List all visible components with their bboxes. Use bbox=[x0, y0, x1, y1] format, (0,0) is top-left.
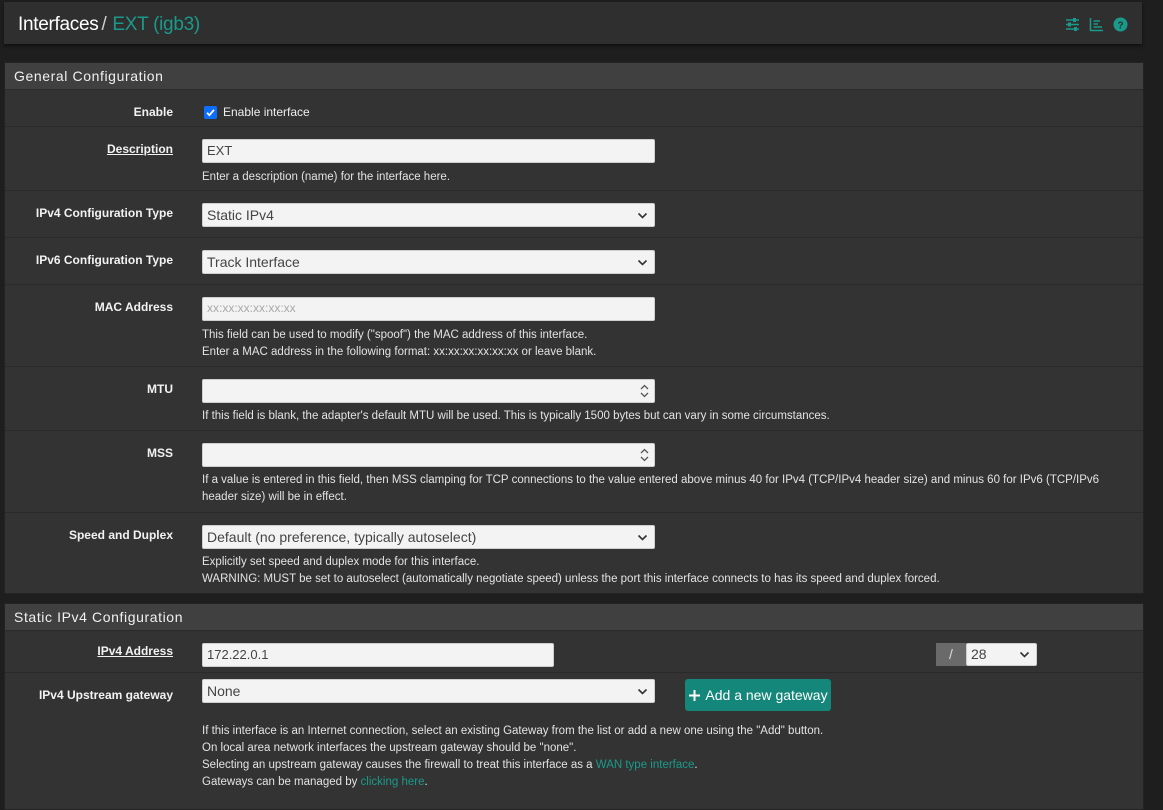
panel-title: General Configuration bbox=[5, 63, 1143, 90]
clicking-here-link[interactable]: clicking here bbox=[361, 776, 425, 788]
enable-label: Enable bbox=[133, 105, 173, 119]
spinner-icon[interactable] bbox=[640, 447, 649, 463]
page-header: Interfaces / EXT (igb3) ? bbox=[4, 2, 1142, 44]
chevron-down-icon bbox=[637, 212, 648, 219]
ipv4-address-input[interactable]: 172.22.0.1 bbox=[202, 643, 554, 667]
breadcrumb: Interfaces / EXT (igb3) bbox=[18, 14, 200, 36]
cidr-slash: / bbox=[936, 643, 966, 666]
speed-help-line-2: WARNING: MUST be set to autoselect (auto… bbox=[202, 573, 940, 585]
bar-chart-icon[interactable] bbox=[1089, 17, 1104, 32]
sliders-icon[interactable] bbox=[1065, 17, 1080, 32]
mac-input[interactable]: xx:xx:xx:xx:xx:xx bbox=[202, 297, 655, 321]
gateway-help-line-3: Selecting an upstream gateway causes the… bbox=[202, 757, 823, 774]
speed-label: Speed and Duplex bbox=[68, 528, 173, 542]
add-gateway-label: Add a new gateway bbox=[705, 687, 828, 703]
gateway-row: IPv4 Upstream gateway None Add a new gat… bbox=[5, 673, 1143, 807]
mtu-label: MTU bbox=[147, 382, 173, 396]
panel-title: Static IPv4 Configuration bbox=[5, 604, 1143, 631]
enable-checkbox[interactable] bbox=[204, 106, 217, 119]
mss-help-line-1: If a value is entered in this field, the… bbox=[202, 474, 1100, 486]
speed-row: Speed and Duplex Default (no preference,… bbox=[5, 513, 1143, 593]
gateway-select[interactable]: None bbox=[202, 679, 655, 703]
enable-row: Enable Enable interface bbox=[5, 90, 1143, 127]
ipv6-type-label: IPv6 Configuration Type bbox=[35, 253, 173, 267]
enable-checkbox-label[interactable]: Enable interface bbox=[223, 105, 310, 119]
ipv6-type-row: IPv6 Configuration Type Track Interface bbox=[5, 238, 1143, 285]
mac-label: MAC Address bbox=[94, 300, 173, 314]
ipv4-type-label: IPv4 Configuration Type bbox=[35, 206, 173, 220]
gateway-help-line-4: Gateways can be managed by clicking here… bbox=[202, 774, 823, 791]
svg-text:?: ? bbox=[1117, 20, 1123, 31]
description-input[interactable]: EXT bbox=[202, 139, 655, 163]
ipv4-type-row: IPv4 Configuration Type Static IPv4 bbox=[5, 191, 1143, 238]
mac-help: This field can be used to modify ("spoof… bbox=[202, 327, 596, 361]
mss-help: If a value is entered in this field, the… bbox=[202, 472, 1099, 506]
cidr-value: 28 bbox=[971, 646, 987, 662]
description-label[interactable]: Description bbox=[107, 142, 173, 156]
chevron-down-icon bbox=[1019, 651, 1030, 658]
wan-type-link[interactable]: WAN type interface bbox=[596, 759, 695, 771]
cidr-select[interactable]: 28 bbox=[966, 643, 1037, 666]
chevron-down-icon bbox=[637, 534, 648, 541]
speed-help-line-1: Explicitly set speed and duplex mode for… bbox=[202, 556, 480, 568]
speed-select[interactable]: Default (no preference, typically autose… bbox=[202, 525, 655, 549]
mss-row: MSS If a value is entered in this field,… bbox=[5, 431, 1143, 513]
mac-help-line-1: This field can be used to modify ("spoof… bbox=[202, 329, 588, 341]
help-icon[interactable]: ? bbox=[1113, 17, 1128, 32]
description-help: Enter a description (name) for the inter… bbox=[202, 171, 451, 183]
breadcrumb-separator: / bbox=[101, 14, 107, 35]
static-ipv4-panel: Static IPv4 Configuration IPv4 Address 1… bbox=[4, 603, 1144, 810]
spinner-icon[interactable] bbox=[640, 383, 649, 399]
speed-value: Default (no preference, typically autose… bbox=[207, 529, 477, 545]
chevron-down-icon bbox=[637, 259, 648, 266]
gateway-help-text: . bbox=[694, 759, 698, 771]
mtu-row: MTU If this field is blank, the adapter'… bbox=[5, 367, 1143, 431]
ipv6-type-select[interactable]: Track Interface bbox=[202, 250, 655, 274]
breadcrumb-root[interactable]: Interfaces bbox=[18, 14, 99, 35]
gateway-help-line-1: If this interface is an Internet connect… bbox=[202, 725, 824, 737]
mtu-input[interactable] bbox=[202, 379, 655, 403]
gateway-help: If this interface is an Internet connect… bbox=[202, 723, 823, 791]
mss-help-line-2: header size) will be in effect. bbox=[202, 491, 347, 503]
mss-input[interactable] bbox=[202, 443, 655, 467]
add-gateway-button[interactable]: Add a new gateway bbox=[685, 679, 831, 711]
gateway-help-line-2: On local area network interfaces the ups… bbox=[202, 742, 577, 754]
speed-help: Explicitly set speed and duplex mode for… bbox=[202, 554, 940, 588]
plus-icon bbox=[689, 689, 701, 701]
description-row: Description EXT Enter a description (nam… bbox=[5, 127, 1143, 191]
header-icons: ? bbox=[1065, 17, 1128, 32]
mss-label: MSS bbox=[146, 446, 173, 460]
gateway-help-text: Selecting an upstream gateway causes the… bbox=[202, 759, 596, 771]
gateway-value: None bbox=[207, 683, 241, 699]
gateway-help-text: . bbox=[424, 776, 428, 788]
gateway-label: IPv4 Upstream gateway bbox=[38, 688, 173, 702]
chevron-down-icon bbox=[637, 688, 648, 695]
mac-help-line-2: Enter a MAC address in the following for… bbox=[202, 346, 597, 358]
ipv6-type-value: Track Interface bbox=[207, 254, 300, 270]
ipv4-address-label[interactable]: IPv4 Address bbox=[97, 644, 173, 658]
mtu-help: If this field is blank, the adapter's de… bbox=[202, 410, 830, 422]
mac-row: MAC Address xx:xx:xx:xx:xx:xx This field… bbox=[5, 285, 1143, 367]
general-configuration-panel: General Configuration Enable Enable inte… bbox=[4, 62, 1144, 594]
gateway-help-text: Gateways can be managed by bbox=[202, 776, 361, 788]
breadcrumb-current: EXT (igb3) bbox=[112, 14, 200, 35]
ipv4-type-select[interactable]: Static IPv4 bbox=[202, 203, 655, 227]
ipv4-type-value: Static IPv4 bbox=[207, 207, 274, 223]
ipv4-address-row: IPv4 Address 172.22.0.1 / 28 bbox=[5, 631, 1143, 673]
